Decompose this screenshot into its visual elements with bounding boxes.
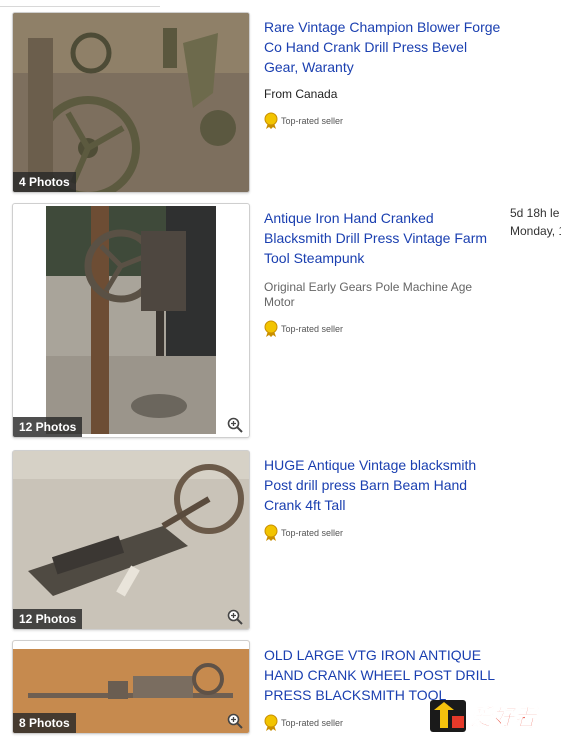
listing-thumbnail[interactable]: 12 Photos [12,203,250,438]
listing-photo [46,206,216,434]
seller-badge-label: Top-rated seller [281,528,344,538]
seller-badge-label: Top-rated seller [281,116,344,126]
previous-listing-divider [0,0,160,7]
end-day: Monday, 1 [510,224,561,238]
zoom-magnifier-icon[interactable] [227,417,243,433]
listing-title-link[interactable]: Antique Iron Hand Cranked Blacksmith Dri… [264,208,504,268]
top-rated-medal-icon [264,524,278,541]
listing-title-link[interactable]: HUGE Antique Vintage blacksmith Post dri… [264,455,504,515]
top-rated-seller-badge: Top-rated seller [264,320,343,338]
top-rated-medal-icon [264,112,278,129]
top-rated-seller-badge: Top-rated seller [264,112,343,130]
listing-subtitle: Original Early Gears Pole Machine Age Mo… [264,280,473,309]
item-location: From Canada [264,87,338,101]
site-watermark-logo: 爱好者 [430,700,539,732]
photo-count-badge: 12 Photos [13,609,83,629]
seller-badge-label: Top-rated seller [281,718,344,728]
zoom-magnifier-icon[interactable] [227,713,243,729]
svg-text:爱好者: 爱好者 [470,706,539,731]
top-rated-medal-icon [264,320,278,337]
seller-badge-label: Top-rated seller [281,324,344,334]
listing-photo [13,13,249,192]
listing-photo [13,451,249,629]
listing-thumbnail[interactable]: 12 Photos [12,450,250,630]
top-rated-seller-badge: Top-rated seller [264,714,343,732]
photo-count-badge: 8 Photos [13,713,76,733]
listing-title-link[interactable]: Rare Vintage Champion Blower Forge Co Ha… [264,17,504,77]
time-left: 5d 18h le [510,206,560,220]
listing-thumbnail[interactable]: 8 Photos [12,640,250,734]
photo-count-badge: 4 Photos [13,172,76,192]
listing-thumbnail[interactable]: 4 Photos [12,12,250,193]
photo-count-badge: 12 Photos [13,417,83,437]
zoom-magnifier-icon[interactable] [227,609,243,625]
top-rated-medal-icon [264,714,278,731]
top-rated-seller-badge: Top-rated seller [264,524,343,542]
